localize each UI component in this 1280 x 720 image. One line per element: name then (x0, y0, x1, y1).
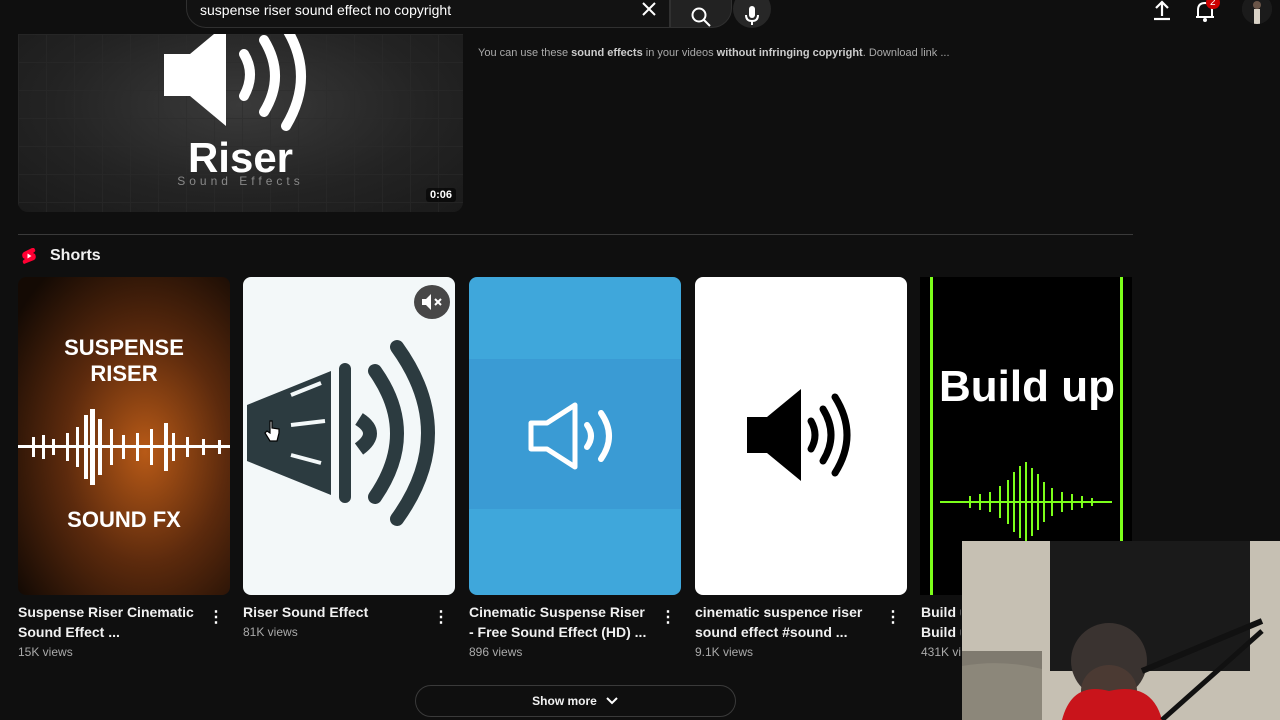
desc-text: . Download link ... (862, 47, 950, 59)
search-query-text[interactable]: suspense riser sound effect no copyright (200, 2, 451, 18)
clear-search-button[interactable] (636, 0, 662, 22)
webcam-overlay (962, 541, 1280, 720)
avatar[interactable] (1242, 0, 1272, 24)
short-thumbnail[interactable] (695, 277, 907, 595)
desc-highlight: sound effects (571, 47, 643, 59)
search-icon (691, 7, 711, 27)
more-options-button[interactable]: ⋮ (660, 610, 676, 628)
short-title[interactable]: Riser Sound Effect (243, 602, 423, 622)
thumbnail-text: SOUND FX (67, 507, 181, 532)
desc-text: You can use these (478, 47, 572, 59)
shorts-heading: Shorts (50, 247, 101, 264)
mic-icon (745, 6, 759, 25)
avatar-image (1242, 0, 1272, 24)
section-divider (18, 234, 1133, 235)
desc-text: in your videos (642, 47, 717, 59)
video-thumbnail[interactable]: Riser Sound Effects (18, 34, 463, 212)
waveform-graphic (940, 462, 1112, 542)
chevron-down-icon (606, 697, 618, 705)
create-button[interactable] (1150, 0, 1174, 22)
more-options-button[interactable]: ⋮ (885, 610, 901, 628)
speaker-icon (164, 34, 306, 131)
speaker-icon (528, 402, 612, 470)
notification-badge: 2 (1206, 0, 1220, 9)
voice-search-button[interactable] (733, 0, 771, 28)
video-description: You can use these sound effects in your … (478, 47, 950, 59)
show-more-button[interactable]: Show more (415, 685, 736, 717)
short-title[interactable]: cinematic suspence riser sound effect #s… (695, 602, 875, 642)
duration-badge: 0:06 (426, 188, 457, 202)
short-views: 81K views (243, 625, 298, 639)
short-views: 15K views (18, 645, 73, 659)
upload-icon (1154, 0, 1170, 21)
more-options-button[interactable]: ⋮ (433, 610, 449, 628)
short-thumbnail[interactable] (469, 277, 681, 595)
short-title-line2: Build u (921, 624, 961, 640)
short-views: 896 views (469, 645, 523, 659)
short-thumbnail[interactable]: SUSPENSE RISER SOUND FX (18, 277, 230, 595)
waveform-graphic (18, 409, 230, 485)
more-options-button[interactable]: ⋮ (208, 610, 224, 628)
show-more-label: Show more (532, 694, 597, 708)
volume-off-icon (422, 294, 442, 310)
speaker-icon (747, 389, 851, 481)
short-views: 9.1K views (695, 645, 754, 659)
shorts-icon (22, 248, 36, 264)
webcam-image (962, 541, 1280, 720)
thumbnail-subtitle: Sound Effects (177, 174, 304, 188)
thumbnail-text: Build up (939, 362, 1115, 411)
mute-button[interactable] (414, 285, 450, 319)
short-views: 431K vi (921, 645, 961, 659)
thumbnail-text: SUSPENSE RISER (64, 335, 184, 386)
search-button[interactable] (670, 0, 732, 28)
short-title[interactable]: Build u (921, 602, 961, 622)
short-title[interactable]: Suspense Riser Cinematic Sound Effect ..… (18, 602, 198, 642)
desc-highlight: without infringing copyright (716, 47, 863, 59)
thumbnail-border (930, 277, 933, 595)
short-title[interactable]: Cinematic Suspense Riser - Free Sound Ef… (469, 602, 649, 642)
mouse-cursor-icon (264, 420, 280, 442)
close-icon (642, 2, 656, 16)
